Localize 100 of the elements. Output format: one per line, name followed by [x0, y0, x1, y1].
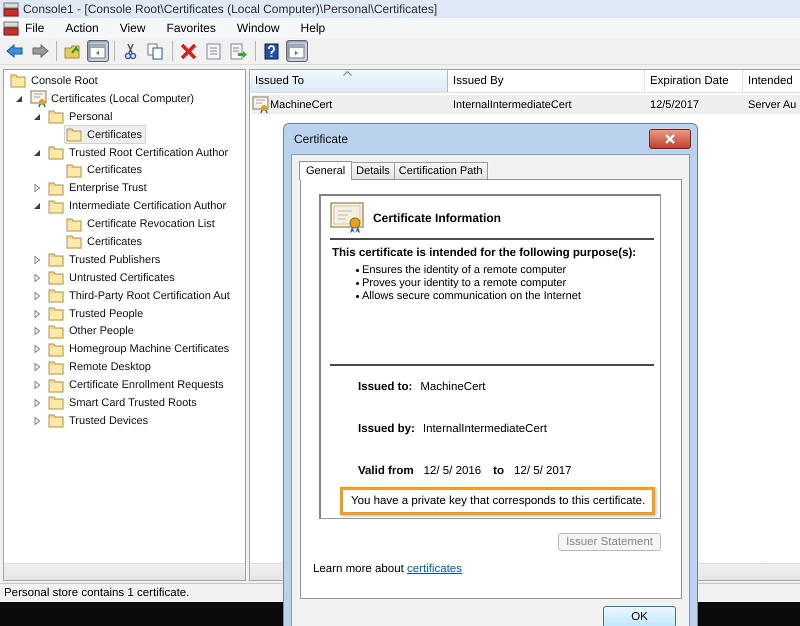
tree-item[interactable]: Certificates	[64, 125, 146, 144]
field-label: to	[493, 465, 504, 477]
folder-icon	[48, 251, 65, 268]
app-icon	[3, 1, 19, 17]
tree-item[interactable]: Intermediate Certification Author	[46, 196, 230, 216]
menu-item[interactable]: Window	[226, 21, 290, 35]
purpose-item: Ensures the identity of a remote computer	[362, 264, 566, 277]
collapsed-arrow-icon[interactable]	[33, 310, 41, 318]
scrollbar[interactable]	[4, 563, 245, 580]
close-icon	[664, 134, 676, 144]
tree-item[interactable]: Third-Party Root Certification Aut	[46, 286, 234, 306]
tree-item[interactable]: Homegroup Machine Certificates	[46, 340, 234, 359]
tab[interactable]: General	[299, 161, 352, 180]
folder-icon	[48, 412, 65, 430]
field-value: 12/ 5/ 2017	[514, 465, 572, 477]
menu-item[interactable]: Favorites	[156, 21, 226, 35]
folder-icon	[48, 180, 65, 197]
expanded-arrow-icon[interactable]	[33, 202, 41, 210]
menu-item[interactable]: Action	[54, 21, 109, 35]
tree-item[interactable]: Other People	[46, 322, 138, 341]
tree-item[interactable]: Trusted Root Certification Author	[46, 143, 232, 162]
delete-icon	[180, 42, 198, 60]
tree-item[interactable]: Certificates (Local Computer)	[28, 89, 198, 108]
collapsed-arrow-icon[interactable]	[33, 256, 41, 264]
expanded-arrow-icon[interactable]	[15, 94, 23, 103]
tree-item[interactable]: Certificate Revocation List	[64, 214, 219, 234]
certificate-icon	[330, 202, 364, 234]
collapsed-arrow-icon[interactable]	[33, 345, 41, 354]
close-button[interactable]	[649, 129, 691, 149]
menu-item[interactable]: File	[19, 21, 54, 35]
tree-item[interactable]: Trusted Devices	[46, 411, 152, 430]
folder-icon	[48, 340, 65, 358]
folder-icon	[48, 198, 65, 215]
table-cell: MachineCert	[270, 98, 332, 110]
certificates-link[interactable]: certificates	[406, 563, 462, 575]
tree-item[interactable]: Certificates	[64, 160, 146, 180]
field-value: 12/ 5/ 2016	[424, 465, 482, 477]
certificate-icon	[252, 96, 269, 113]
folder-icon	[48, 322, 65, 340]
copy-icon	[147, 42, 165, 60]
collapsed-arrow-icon[interactable]	[33, 416, 41, 425]
menu-item[interactable]: Help	[290, 21, 336, 35]
properties-icon	[205, 42, 223, 60]
table-cell: Server Au	[748, 98, 796, 110]
collapsed-arrow-icon[interactable]	[33, 363, 41, 372]
tree-item[interactable]: Trusted Publishers	[46, 250, 164, 270]
purpose-title: This certificate is intended for the following purpose(s):	[332, 246, 636, 260]
tree-item[interactable]: Certificates	[64, 232, 146, 252]
folder-icon	[66, 126, 83, 144]
folder-icon	[48, 376, 65, 394]
field-label: Issued to:	[358, 381, 412, 393]
menu-item[interactable]: View	[108, 21, 156, 35]
tree-item[interactable]: Remote Desktop	[46, 358, 155, 377]
table-cell: InternalIntermediateCert	[453, 98, 572, 110]
column-header[interactable]: Expiration Date	[645, 70, 743, 92]
ok-button[interactable]: OK	[603, 606, 676, 626]
pane-icon	[288, 42, 306, 60]
folder-icon	[48, 394, 65, 412]
certificate-icon	[30, 90, 47, 108]
collapsed-arrow-icon[interactable]	[33, 184, 41, 192]
field-value: InternalIntermediateCert	[422, 423, 547, 435]
collapsed-arrow-icon[interactable]	[33, 381, 41, 390]
collapsed-arrow-icon[interactable]	[33, 274, 41, 282]
tree-item[interactable]: Smart Card Trusted Roots	[46, 393, 201, 412]
column-header[interactable]: Issued By	[448, 70, 645, 92]
field-label: Valid from	[358, 465, 414, 477]
dialog-title: Certificate	[294, 132, 348, 146]
collapsed-arrow-icon[interactable]	[33, 398, 41, 407]
expanded-arrow-icon[interactable]	[33, 148, 41, 156]
folder-icon	[66, 162, 83, 179]
folder-icon	[48, 144, 65, 162]
collapsed-arrow-icon[interactable]	[33, 327, 41, 336]
folder-icon	[48, 287, 65, 304]
key-note: You have a private key that corresponds to this certificate.	[340, 487, 656, 515]
tree-item[interactable]: Trusted People	[46, 304, 148, 324]
window-title: Console1 - [Console Root\Certificates (Local Computer)\Personal\Certificates]	[23, 2, 438, 16]
column-header[interactable]: Issued To	[250, 70, 448, 92]
section-heading: Certificate Information	[373, 211, 502, 225]
tree-item[interactable]: Enterprise Trust	[46, 178, 151, 198]
table-cell: 12/5/2017	[650, 98, 699, 110]
back-icon	[6, 42, 24, 60]
list-row[interactable]: MachineCert InternalIntermediateCert 12/5/2017 Server Au	[252, 95, 800, 114]
bullet-icon	[356, 269, 359, 272]
tab[interactable]: Details	[351, 162, 395, 179]
folder-icon	[48, 108, 65, 126]
collapsed-arrow-icon[interactable]	[33, 292, 41, 300]
tab[interactable]: Certification Path	[394, 162, 488, 179]
help-icon	[263, 42, 281, 60]
column-header[interactable]: Intended	[743, 70, 800, 92]
folder-icon	[48, 305, 65, 322]
tree-item[interactable]: Untrusted Certificates	[46, 268, 179, 288]
forward-icon	[31, 42, 49, 60]
tree-item[interactable]: Certificate Enrollment Requests	[46, 376, 228, 395]
tree-item[interactable]: Console Root	[8, 71, 102, 90]
folder-icon	[66, 216, 83, 233]
expanded-arrow-icon[interactable]	[33, 112, 41, 121]
export-icon	[230, 42, 248, 60]
tree-item[interactable]: Personal	[46, 107, 116, 126]
folder-icon	[66, 233, 83, 250]
field-label: Issued by:	[358, 423, 415, 435]
